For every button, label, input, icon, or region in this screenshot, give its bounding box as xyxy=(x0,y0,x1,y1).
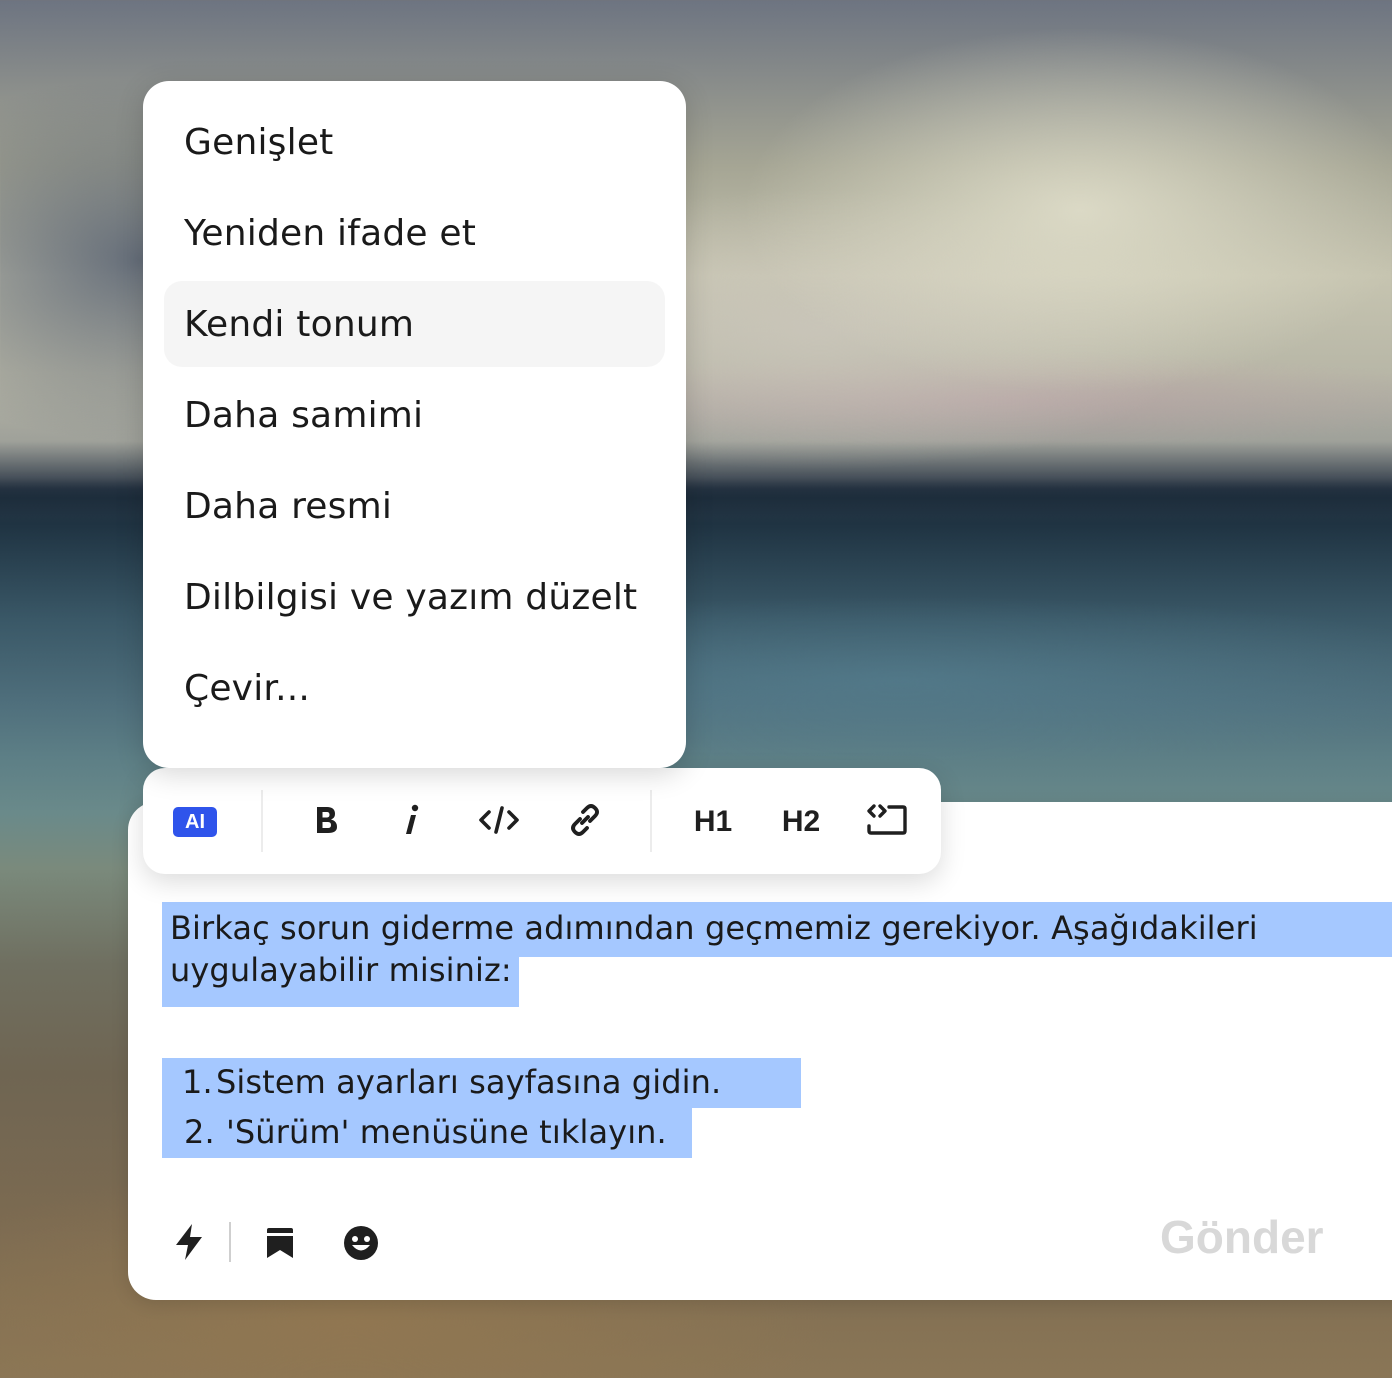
list-item-number: 2. xyxy=(184,1113,215,1151)
menu-item-rephrase[interactable]: Yeniden ifade et xyxy=(164,190,665,276)
code-icon xyxy=(477,805,521,839)
menu-item-more-formal[interactable]: Daha resmi xyxy=(164,463,665,549)
bookmark-icon[interactable] xyxy=(264,1226,296,1264)
code-block-icon xyxy=(865,802,909,842)
link-button[interactable] xyxy=(563,796,607,848)
code-button[interactable] xyxy=(475,796,523,848)
menu-item-expand[interactable]: Genişlet xyxy=(164,99,665,185)
italic-button[interactable] xyxy=(393,796,429,848)
bold-button[interactable] xyxy=(307,796,347,848)
toolbar-divider xyxy=(261,790,263,852)
divider xyxy=(229,1222,231,1262)
menu-item-more-friendly[interactable]: Daha samimi xyxy=(164,372,665,458)
list-item[interactable]: Sistem ayarları sayfasına gidin. xyxy=(216,1063,721,1101)
ai-actions-menu: Genişlet Yeniden ifade et Kendi tonum Da… xyxy=(143,81,686,768)
toolbar-divider xyxy=(650,790,652,852)
editor-paragraph-line[interactable]: Birkaç sorun giderme adımından geçmemiz … xyxy=(170,909,1258,947)
ai-badge: AI xyxy=(173,807,217,837)
lightning-icon[interactable] xyxy=(172,1222,206,1266)
ai-button[interactable]: AI xyxy=(173,796,217,848)
heading2-button[interactable]: H2 xyxy=(777,796,825,848)
menu-item-my-tone[interactable]: Kendi tonum xyxy=(164,281,665,367)
editor-paragraph-line[interactable]: uygulayabilir misiniz: xyxy=(170,951,512,989)
list-item-number: 1. xyxy=(182,1063,213,1101)
link-icon xyxy=(566,801,604,843)
menu-item-fix-grammar[interactable]: Dilbilgisi ve yazım düzelt xyxy=(164,554,665,640)
emoji-icon[interactable] xyxy=(343,1225,379,1265)
heading1-button[interactable]: H1 xyxy=(691,796,735,848)
menu-item-translate[interactable]: Çevir... xyxy=(164,645,665,731)
list-item[interactable]: 'Sürüm' menüsüne tıklayın. xyxy=(226,1113,667,1151)
code-block-button[interactable] xyxy=(865,796,909,848)
italic-icon xyxy=(401,804,421,840)
formatting-toolbar: AI H1 H2 xyxy=(143,768,941,874)
bold-icon xyxy=(314,805,340,839)
send-button[interactable]: Gönder xyxy=(1160,1210,1324,1264)
